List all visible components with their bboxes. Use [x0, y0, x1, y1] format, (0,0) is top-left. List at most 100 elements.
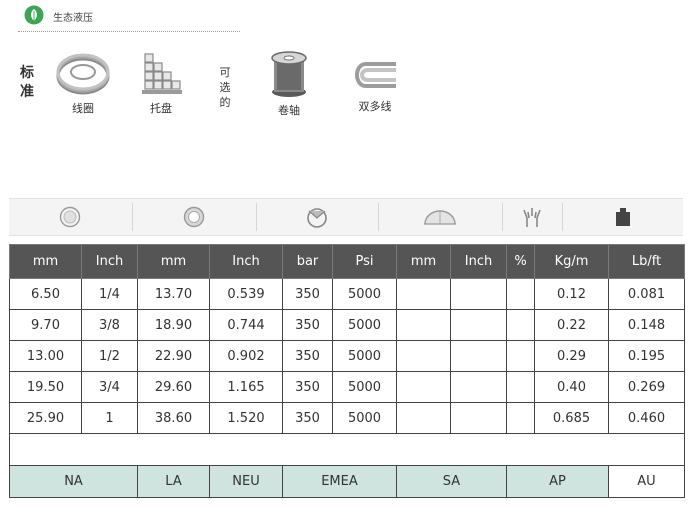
product-label: 卷轴 — [278, 104, 300, 117]
header-id-inch: Inch — [81, 244, 138, 279]
hose-coil-icon — [56, 53, 110, 95]
outer-diameter-icon — [183, 206, 205, 228]
table-cell — [450, 371, 507, 403]
twin-line-icon — [355, 62, 396, 88]
table-cell: 1/2 — [81, 340, 138, 372]
header-bend-inch: Inch — [450, 244, 507, 279]
region-row: NA LA NEU EMEA SA AP AU — [9, 465, 685, 498]
table-cell: 0.195 — [608, 340, 685, 372]
table-cell — [506, 340, 535, 372]
region-neu: NEU — [209, 465, 283, 498]
table-cell: 0.902 — [209, 340, 283, 372]
table-cell: 25.90 — [9, 402, 82, 434]
table-cell — [396, 309, 451, 341]
header-pressure-psi: Psi — [332, 244, 397, 279]
header-od-mm: mm — [137, 244, 210, 279]
table-cell: 13.70 — [137, 278, 210, 310]
blank-cell — [9, 433, 685, 466]
table-cell — [450, 309, 507, 341]
table-blank-row — [9, 433, 685, 466]
table-cell — [396, 340, 451, 372]
table-cell: 9.70 — [9, 309, 82, 341]
region-au: AU — [608, 465, 685, 498]
region-ap: AP — [506, 465, 609, 498]
table-cell — [396, 371, 451, 403]
table-cell: 0.744 — [209, 309, 283, 341]
table-cell: 1.520 — [209, 402, 283, 434]
spec-icon-bar — [9, 198, 683, 236]
table-cell: 6.50 — [9, 278, 82, 310]
table-cell: 38.60 — [137, 402, 210, 434]
inner-diameter-icon — [59, 206, 81, 228]
working-pressure-icon — [307, 208, 327, 228]
table-cell: 0.12 — [534, 278, 609, 310]
table-cell: 5000 — [332, 278, 397, 310]
product-twin-line: 双多线 — [346, 56, 404, 114]
table-cell: 0.460 — [608, 402, 685, 434]
table-cell: 350 — [282, 309, 333, 341]
divider — [18, 31, 240, 32]
table-cell: 3/4 — [81, 371, 138, 403]
table-cell: 0.40 — [534, 371, 609, 403]
leaf-logo-icon — [24, 5, 44, 25]
optional-label: 可选的 — [219, 66, 231, 109]
table-cell — [506, 371, 535, 403]
table-row: 13.00 1/2 22.90 0.902 350 5000 0.29 0.19… — [9, 340, 685, 372]
table-cell: 5000 — [332, 340, 397, 372]
table-cell: 0.22 — [534, 309, 609, 341]
reel-icon — [271, 51, 307, 97]
weight-icon — [616, 208, 630, 226]
header-lb-ft: Lb/ft — [608, 244, 685, 279]
region-na: NA — [9, 465, 138, 498]
table-cell: 350 — [282, 371, 333, 403]
product-label: 托盘 — [150, 102, 172, 115]
table-cell — [450, 402, 507, 434]
header-bend-mm: mm — [396, 244, 451, 279]
header-kg-m: Kg/m — [534, 244, 609, 279]
table-cell: 350 — [282, 340, 333, 372]
product-pallet: 托盘 — [136, 52, 186, 116]
header-pressure-bar: bar — [282, 244, 333, 279]
table-cell — [506, 278, 535, 310]
table-header-row: mm Inch mm Inch bar Psi mm Inch % Kg/m L… — [9, 244, 685, 279]
burst-icon — [523, 208, 541, 227]
table-cell: 29.60 — [137, 371, 210, 403]
table-cell: 3/8 — [81, 309, 138, 341]
header-percent: % — [506, 244, 535, 279]
table-cell — [396, 278, 451, 310]
table-cell: 13.00 — [9, 340, 82, 372]
table-cell: 19.50 — [9, 371, 82, 403]
bend-radius-icon — [424, 210, 456, 225]
table-row: 9.70 3/8 18.90 0.744 350 5000 0.22 0.148 — [9, 309, 685, 341]
table-cell: 1 — [81, 402, 138, 434]
table-cell: 0.148 — [608, 309, 685, 341]
table-cell: 350 — [282, 278, 333, 310]
table-cell: 5000 — [332, 402, 397, 434]
product-label: 线圈 — [72, 102, 94, 115]
table-cell: 22.90 — [137, 340, 210, 372]
brand-name: 生态液压 — [53, 13, 93, 24]
table-cell: 5000 — [332, 371, 397, 403]
table-cell: 0.081 — [608, 278, 685, 310]
table-cell: 0.685 — [534, 402, 609, 434]
standard-label: 标准 — [20, 65, 34, 100]
table-row: 25.90 1 38.60 1.520 350 5000 0.685 0.460 — [9, 402, 685, 434]
region-emea: EMEA — [282, 465, 397, 498]
region-la: LA — [137, 465, 210, 498]
table-cell — [396, 402, 451, 434]
table-cell: 0.269 — [608, 371, 685, 403]
product-reel: 卷轴 — [264, 50, 314, 118]
table-cell: 1/4 — [81, 278, 138, 310]
table-cell: 0.29 — [534, 340, 609, 372]
header-od-inch: Inch — [209, 244, 283, 279]
pallet-icon — [142, 53, 182, 94]
table-cell — [450, 340, 507, 372]
table-cell: 350 — [282, 402, 333, 434]
table-cell — [506, 402, 535, 434]
table-cell: 18.90 — [137, 309, 210, 341]
header-id-mm: mm — [9, 244, 82, 279]
spec-table: mm Inch mm Inch bar Psi mm Inch % Kg/m L… — [9, 244, 685, 498]
table-row: 6.50 1/4 13.70 0.539 350 5000 0.12 0.081 — [9, 278, 685, 310]
table-cell — [506, 309, 535, 341]
table-row: 19.50 3/4 29.60 1.165 350 5000 0.40 0.26… — [9, 371, 685, 403]
